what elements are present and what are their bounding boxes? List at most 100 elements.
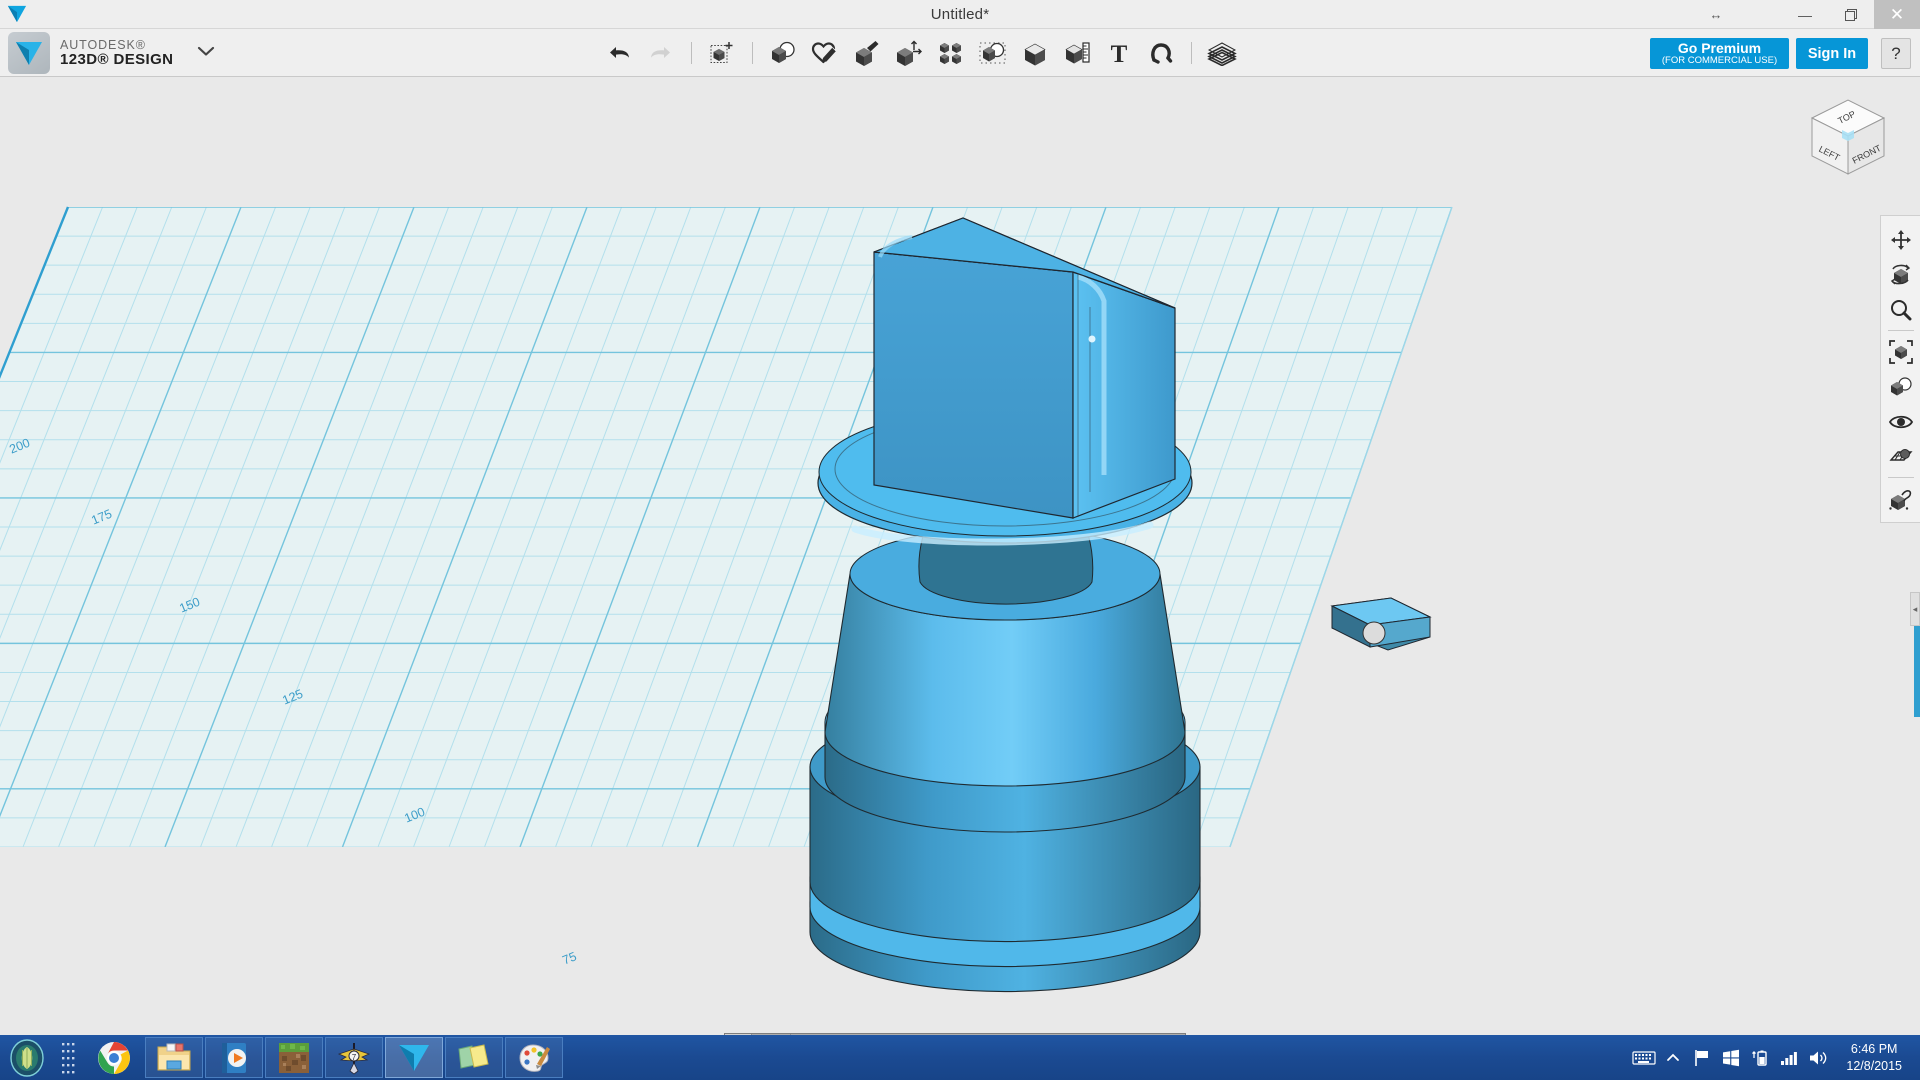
window-title: Untitled*: [930, 5, 990, 23]
modify-button[interactable]: [888, 31, 930, 75]
signal-bars-icon: [1781, 1051, 1798, 1065]
battery-charging-icon: [1752, 1050, 1768, 1066]
brand-block[interactable]: AUTODESK® 123D® DESIGN: [8, 32, 215, 74]
magnet-icon: [1151, 42, 1173, 64]
svg-text:7: 7: [352, 1053, 357, 1062]
toolbar-separator: [752, 41, 753, 64]
cube-move-icon: [710, 41, 733, 63]
speaker-icon: [1810, 1051, 1827, 1064]
taskbar-item-game-launcher[interactable]: 7: [325, 1037, 383, 1078]
autodesk-123d-logo-icon: [399, 1044, 429, 1071]
autodesk-123d-logo-icon: [8, 32, 50, 74]
redo-button[interactable]: [640, 31, 682, 75]
title-bar: Untitled* ↔ — ✕: [0, 0, 1920, 29]
minimize-button[interactable]: —: [1782, 0, 1828, 29]
windows-taskbar: 7 6:46 PM 12/8/2015: [0, 1035, 1920, 1080]
keyboard-icon: [1632, 1050, 1656, 1065]
four-cubes-icon: [940, 42, 961, 64]
flag-icon: [1695, 1049, 1709, 1066]
cube-ruler-icon: [1064, 41, 1090, 63]
show-hidden-icons-button[interactable]: [1660, 1035, 1686, 1080]
brand-product-label: 123D® DESIGN: [60, 50, 174, 68]
eye-icon: [1888, 415, 1913, 428]
cube-paint-icon: [1888, 489, 1911, 510]
snap-button[interactable]: [1140, 31, 1182, 75]
view-styles-button[interactable]: [1884, 369, 1918, 404]
grid-sphere-icon: [1888, 448, 1913, 461]
clock-date: 12/8/2015: [1846, 1058, 1902, 1073]
small-block: [1330, 597, 1432, 651]
clock-time: 6:46 PM: [1850, 1041, 1898, 1056]
go-premium-button[interactable]: Go Premium (FOR COMMERCIAL USE): [1650, 38, 1789, 69]
taskbar-item-file-explorer[interactable]: [145, 1037, 203, 1078]
cube-solid-icon: [1024, 43, 1046, 65]
undo-arrow-icon: [610, 46, 629, 58]
chevron-down-icon[interactable]: [197, 42, 215, 65]
media-player-icon: [222, 1042, 246, 1073]
cube-sphere-icon: [1890, 376, 1912, 395]
taskbar-item-sticky-notes[interactable]: [445, 1037, 503, 1078]
taskbar-item-minecraft[interactable]: [265, 1037, 323, 1078]
sign-in-button[interactable]: Sign In: [1796, 38, 1868, 69]
system-tray: 6:46 PM 12/8/2015: [1631, 1035, 1920, 1080]
panel-expand-toggle[interactable]: ◂: [1910, 592, 1920, 626]
shell-orb-icon: [10, 1038, 44, 1077]
sketch-button[interactable]: [804, 31, 846, 75]
chrome-icon: [98, 1041, 130, 1074]
cube-sphere-icon: [772, 41, 795, 63]
paint-palette-icon: [519, 1043, 550, 1072]
orbit-tool-button[interactable]: [1884, 257, 1918, 292]
taskbar-item-autodesk-123d[interactable]: [385, 1037, 443, 1078]
volume-button[interactable]: [1805, 1035, 1831, 1080]
text-button[interactable]: T: [1098, 31, 1140, 75]
construct-button[interactable]: [846, 31, 888, 75]
view-cube[interactable]: TOP LEFT FRONT: [1798, 90, 1898, 182]
chevron-up-icon: [1667, 1053, 1680, 1061]
cube-arrows-icon: [897, 40, 922, 66]
rail-separator: [1887, 477, 1914, 478]
rail-separator: [1887, 330, 1914, 331]
windows-button[interactable]: [1718, 1035, 1744, 1080]
taskbar-item-media-player[interactable]: [205, 1037, 263, 1078]
resize-handle-icon[interactable]: ↔: [1696, 0, 1736, 29]
clock[interactable]: 6:46 PM 12/8/2015: [1834, 1041, 1912, 1075]
pan-tool-button[interactable]: [1884, 222, 1918, 257]
fit-view-button[interactable]: [1884, 334, 1918, 369]
battery-button[interactable]: [1747, 1035, 1773, 1080]
folder-icon: [157, 1043, 191, 1070]
touch-keyboard-button[interactable]: [1631, 1035, 1657, 1080]
materials-rail-button[interactable]: [1884, 481, 1918, 516]
pattern-button[interactable]: [930, 31, 972, 75]
pan-arrows-icon: [1890, 229, 1911, 250]
measure-button[interactable]: [1056, 31, 1098, 75]
grid-snap-button[interactable]: [1884, 439, 1918, 474]
combine-button[interactable]: [1014, 31, 1056, 75]
cube-brush-icon: [856, 40, 879, 66]
toolbar-separator: [1191, 41, 1192, 64]
toolbar-separator: [691, 41, 692, 64]
restore-button[interactable]: [1828, 0, 1874, 29]
taskbar-item-paint[interactable]: [505, 1037, 563, 1078]
fit-cube-brackets-icon: [1888, 339, 1913, 364]
magnifier-icon: [1890, 299, 1911, 320]
taskbar-item-chrome[interactable]: [85, 1037, 143, 1078]
materials-button[interactable]: [1201, 31, 1243, 75]
restore-icon: [1845, 8, 1857, 21]
undo-button[interactable]: [598, 31, 640, 75]
close-button[interactable]: ✕: [1874, 0, 1920, 29]
model-geometry[interactable]: [0, 77, 1920, 1035]
minecraft-grass-block-icon: [279, 1042, 309, 1073]
network-button[interactable]: [1776, 1035, 1802, 1080]
visibility-button[interactable]: [1884, 404, 1918, 439]
grouping-button[interactable]: [972, 31, 1014, 75]
start-orb[interactable]: [0, 1035, 54, 1080]
action-center-button[interactable]: [1689, 1035, 1715, 1080]
heart-pencil-icon: [811, 41, 837, 63]
view-tools-rail: [1880, 215, 1920, 523]
help-button[interactable]: ?: [1881, 38, 1911, 69]
text-t-icon: T: [1111, 41, 1128, 66]
zoom-tool-button[interactable]: [1884, 292, 1918, 327]
primitives-button[interactable]: [762, 31, 804, 75]
transform-button[interactable]: [701, 31, 743, 75]
viewport-canvas[interactable]: 200 175 150 125 100 75 TOP LEFT FRONT ◂: [0, 77, 1920, 1035]
